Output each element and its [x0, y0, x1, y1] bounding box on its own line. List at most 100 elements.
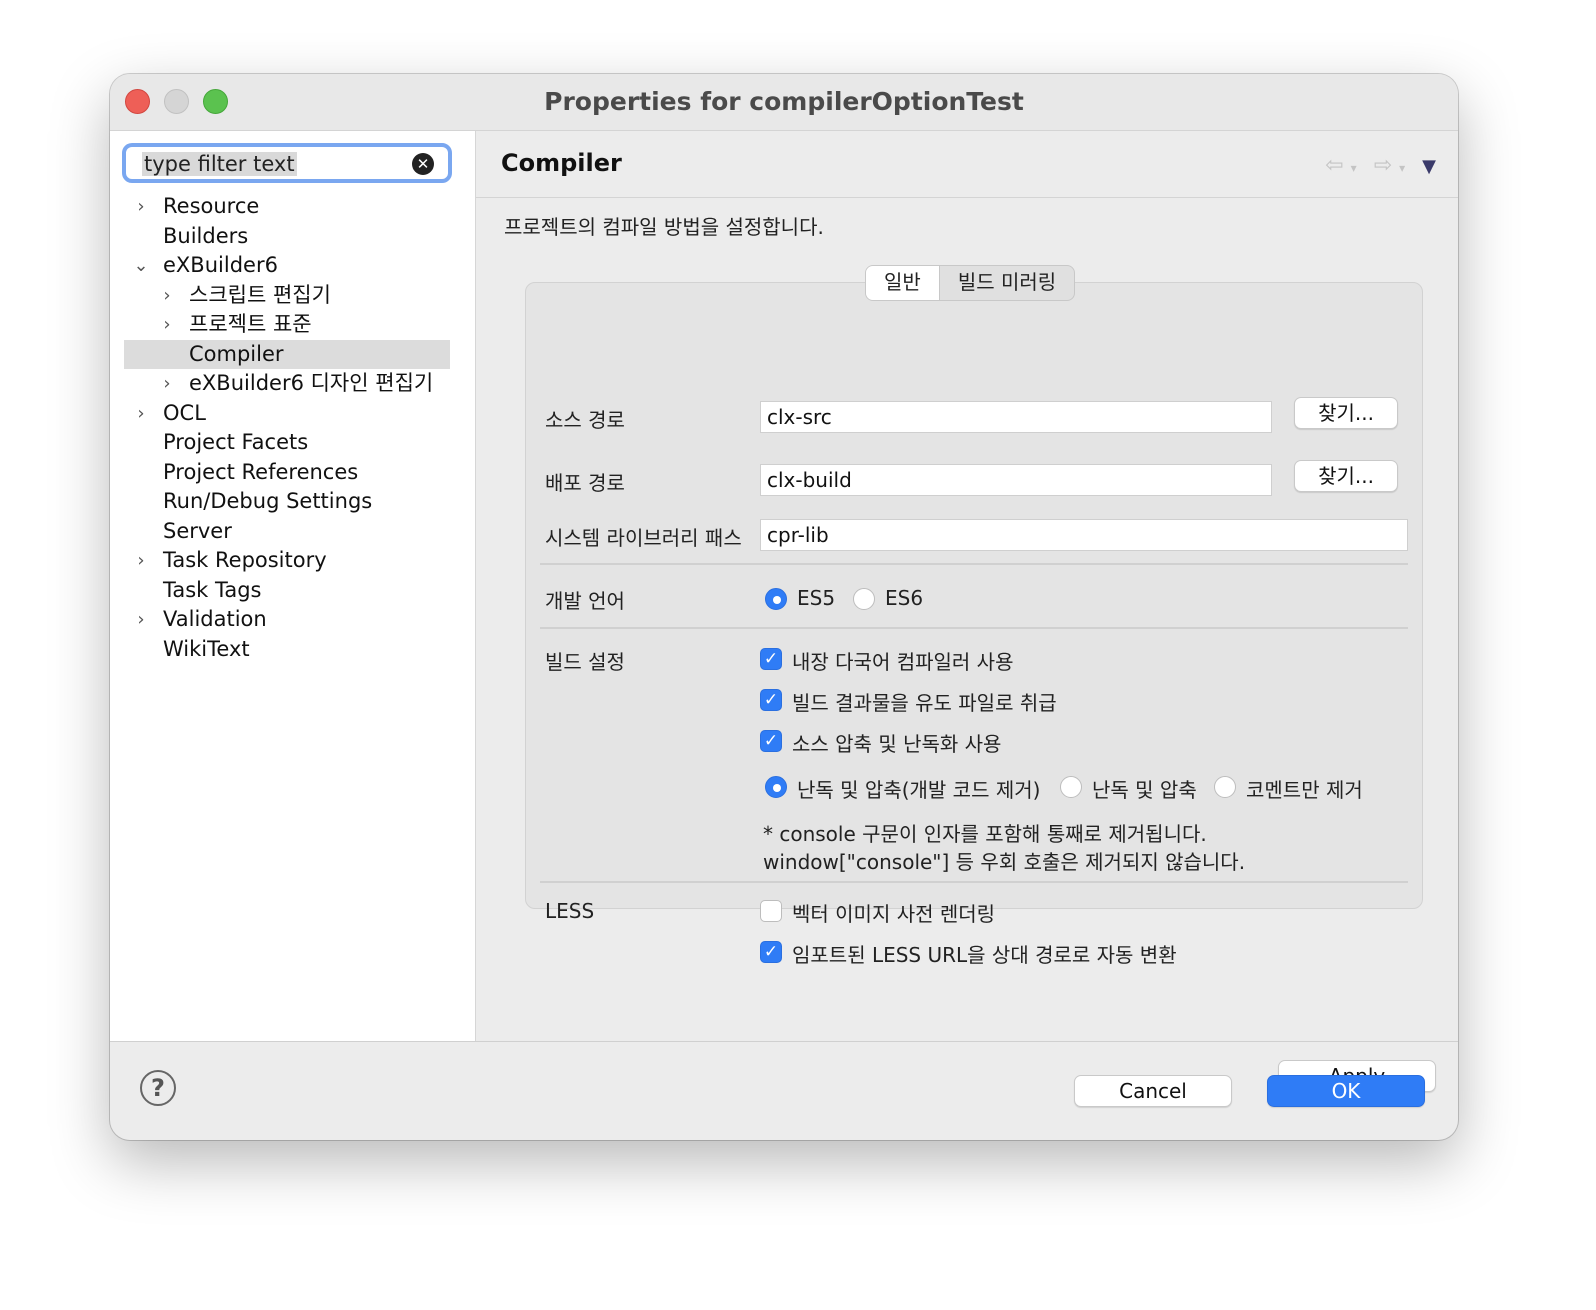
forward-arrow-icon[interactable]: ⇨: [1374, 153, 1392, 178]
sidebar-item[interactable]: WikiText: [110, 635, 470, 664]
sidebar-item[interactable]: › Task Repository: [110, 546, 470, 575]
sidebar-item[interactable]: Run/Debug Settings: [110, 487, 470, 516]
builtin-i18n-compiler-label[interactable]: 내장 다국어 컴파일러 사용: [792, 646, 1013, 675]
deploy-path-label: 배포 경로: [545, 471, 625, 495]
chevron-right-icon[interactable]: ›: [133, 605, 149, 634]
main-panel: Compiler ⇦ ▾ ⇨ ▾ ▼ 프로젝트의 컴파일 방법을 설정합니다. …: [476, 131, 1458, 1092]
sidebar-item[interactable]: Server: [110, 517, 470, 546]
less-url-relative-label[interactable]: 임포트된 LESS URL을 상대 경로로 자동 변환: [792, 939, 1177, 968]
back-dropdown-icon[interactable]: ▾: [1351, 161, 1357, 175]
sidebar-item[interactable]: Project References: [110, 458, 470, 487]
vector-prerender-checkbox[interactable]: [760, 900, 782, 922]
chevron-right-icon[interactable]: ›: [159, 369, 175, 398]
section-divider: [540, 563, 1408, 565]
section-divider: [540, 881, 1408, 883]
treat-derived-files-checkbox[interactable]: ✓: [760, 689, 782, 711]
vector-prerender-label[interactable]: 벡터 이미지 사전 렌더링: [792, 898, 995, 927]
section-divider: [540, 627, 1408, 629]
chevron-down-icon[interactable]: ⌄: [133, 251, 149, 280]
es6-label[interactable]: ES6: [885, 586, 923, 610]
settings-group: [525, 282, 1423, 909]
remove-comments-only-label[interactable]: 코멘트만 제거: [1246, 774, 1363, 803]
sidebar-item[interactable]: › Resource: [110, 192, 470, 221]
system-lib-path-label: 시스템 라이브러리 패스: [545, 526, 742, 550]
chevron-right-icon[interactable]: ›: [159, 310, 175, 339]
sidebar-item-label: Task Tags: [163, 577, 262, 602]
chevron-right-icon[interactable]: ›: [133, 192, 149, 221]
builtin-i18n-compiler-checkbox[interactable]: ✓: [760, 648, 782, 670]
remove-comments-only-radio[interactable]: [1214, 776, 1236, 798]
sidebar-item[interactable]: › OCL: [110, 399, 470, 428]
deploy-path-input[interactable]: clx-build: [760, 464, 1272, 496]
page-description: 프로젝트의 컴파일 방법을 설정합니다.: [504, 215, 824, 239]
minify-obfuscate-checkbox[interactable]: ✓: [760, 730, 782, 752]
es6-radio[interactable]: [853, 588, 875, 610]
sidebar-item-label: 스크립트 편집기: [189, 282, 331, 307]
ok-button[interactable]: OK: [1267, 1075, 1425, 1107]
forward-dropdown-icon[interactable]: ▾: [1399, 161, 1405, 175]
header-divider: [476, 197, 1458, 198]
obfuscate-remove-dev-code-label[interactable]: 난독 및 압축(개발 코드 제거): [797, 774, 1040, 803]
sidebar-item-label: Project References: [163, 459, 359, 484]
tab-general[interactable]: 일반: [866, 266, 940, 300]
source-path-input[interactable]: clx-src: [760, 401, 1272, 433]
sidebar-item[interactable]: › Validation: [110, 605, 470, 634]
page-title: Compiler: [501, 149, 622, 177]
es5-label[interactable]: ES5: [797, 586, 835, 610]
deploy-browse-button[interactable]: 찾기...: [1294, 460, 1398, 492]
sidebar-item-label: OCL: [163, 400, 206, 425]
sidebar-item-label: WikiText: [163, 636, 250, 661]
sidebar-item-label: Run/Debug Settings: [163, 489, 373, 513]
less-url-relative-checkbox[interactable]: ✓: [760, 941, 782, 963]
filter-text[interactable]: type filter text: [142, 152, 297, 176]
obfuscate-compress-radio[interactable]: [1060, 776, 1082, 798]
sidebar-item[interactable]: Project Facets: [110, 428, 470, 457]
sidebar-item-label: Task Repository: [163, 548, 327, 572]
chevron-right-icon[interactable]: ›: [159, 281, 175, 310]
tab-build-mirroring[interactable]: 빌드 미러링: [940, 266, 1074, 300]
clear-filter-icon[interactable]: ✕: [412, 153, 434, 175]
console-note-line1: * console 구문이 인자를 포함해 통째로 제거됩니다.: [763, 822, 1207, 846]
filter-input[interactable]: type filter text ✕: [122, 143, 452, 183]
window-title: Properties for compilerOptionTest: [544, 87, 1024, 116]
source-path-label: 소스 경로: [545, 408, 625, 432]
treat-derived-files-label[interactable]: 빌드 결과물을 유도 파일로 취급: [792, 687, 1057, 716]
properties-window: Properties for compilerOptionTest type f…: [110, 74, 1458, 1140]
sidebar-item-label: Project Facets: [163, 430, 309, 454]
sidebar-item-label: 프로젝트 표준: [189, 312, 312, 336]
sidebar-item-label: Validation: [163, 607, 267, 631]
sidebar-item[interactable]: › eXBuilder6 디자인 편집기: [110, 369, 470, 398]
build-settings-label: 빌드 설정: [545, 650, 625, 674]
obfuscate-compress-label[interactable]: 난독 및 압축: [1092, 774, 1197, 803]
sidebar-item[interactable]: › 스크립트 편집기: [110, 281, 470, 310]
sidebar-item-label: eXBuilder6 디자인 편집기: [189, 371, 434, 395]
obfuscate-remove-dev-code-radio[interactable]: [765, 776, 787, 798]
sidebar-item[interactable]: Task Tags: [110, 576, 470, 605]
view-menu-icon[interactable]: ▼: [1422, 156, 1436, 177]
console-note-line2: window["console"] 등 우회 호출은 제거되지 않습니다.: [763, 850, 1246, 874]
sidebar-item-label: Builders: [163, 223, 249, 248]
help-icon[interactable]: ?: [140, 1070, 176, 1106]
sidebar-tree: type filter text ✕ › Resource Builders ⌄ eXB…: [110, 131, 476, 1041]
tab-bar: 일반 빌드 미러링: [865, 265, 1076, 301]
title-bar[interactable]: Properties for compilerOptionTest: [110, 74, 1458, 131]
chevron-right-icon[interactable]: ›: [133, 546, 149, 575]
sidebar-item[interactable]: ⌄ eXBuilder6: [110, 251, 470, 280]
less-label: LESS: [545, 899, 595, 923]
minify-obfuscate-label[interactable]: 소스 압축 및 난독화 사용: [792, 728, 1001, 757]
sidebar-item-label: Compiler: [189, 341, 284, 366]
sidebar-item-label: Server: [163, 518, 232, 543]
source-browse-button[interactable]: 찾기...: [1294, 397, 1398, 429]
system-lib-path-input[interactable]: cpr-lib: [760, 519, 1408, 551]
chevron-right-icon[interactable]: ›: [133, 399, 149, 428]
sidebar-item-label: eXBuilder6: [163, 253, 278, 277]
sidebar-item[interactable]: Compiler: [124, 339, 450, 369]
dev-language-label: 개발 언어: [545, 589, 625, 613]
cancel-button[interactable]: Cancel: [1074, 1075, 1232, 1107]
footer-divider: [110, 1041, 1458, 1042]
page-nav: ⇦ ▾ ⇨ ▾ ▼: [1325, 153, 1436, 178]
sidebar-item[interactable]: › 프로젝트 표준: [110, 310, 470, 339]
es5-radio[interactable]: [765, 588, 787, 610]
sidebar-item[interactable]: Builders: [110, 222, 470, 251]
back-arrow-icon[interactable]: ⇦: [1325, 153, 1343, 178]
